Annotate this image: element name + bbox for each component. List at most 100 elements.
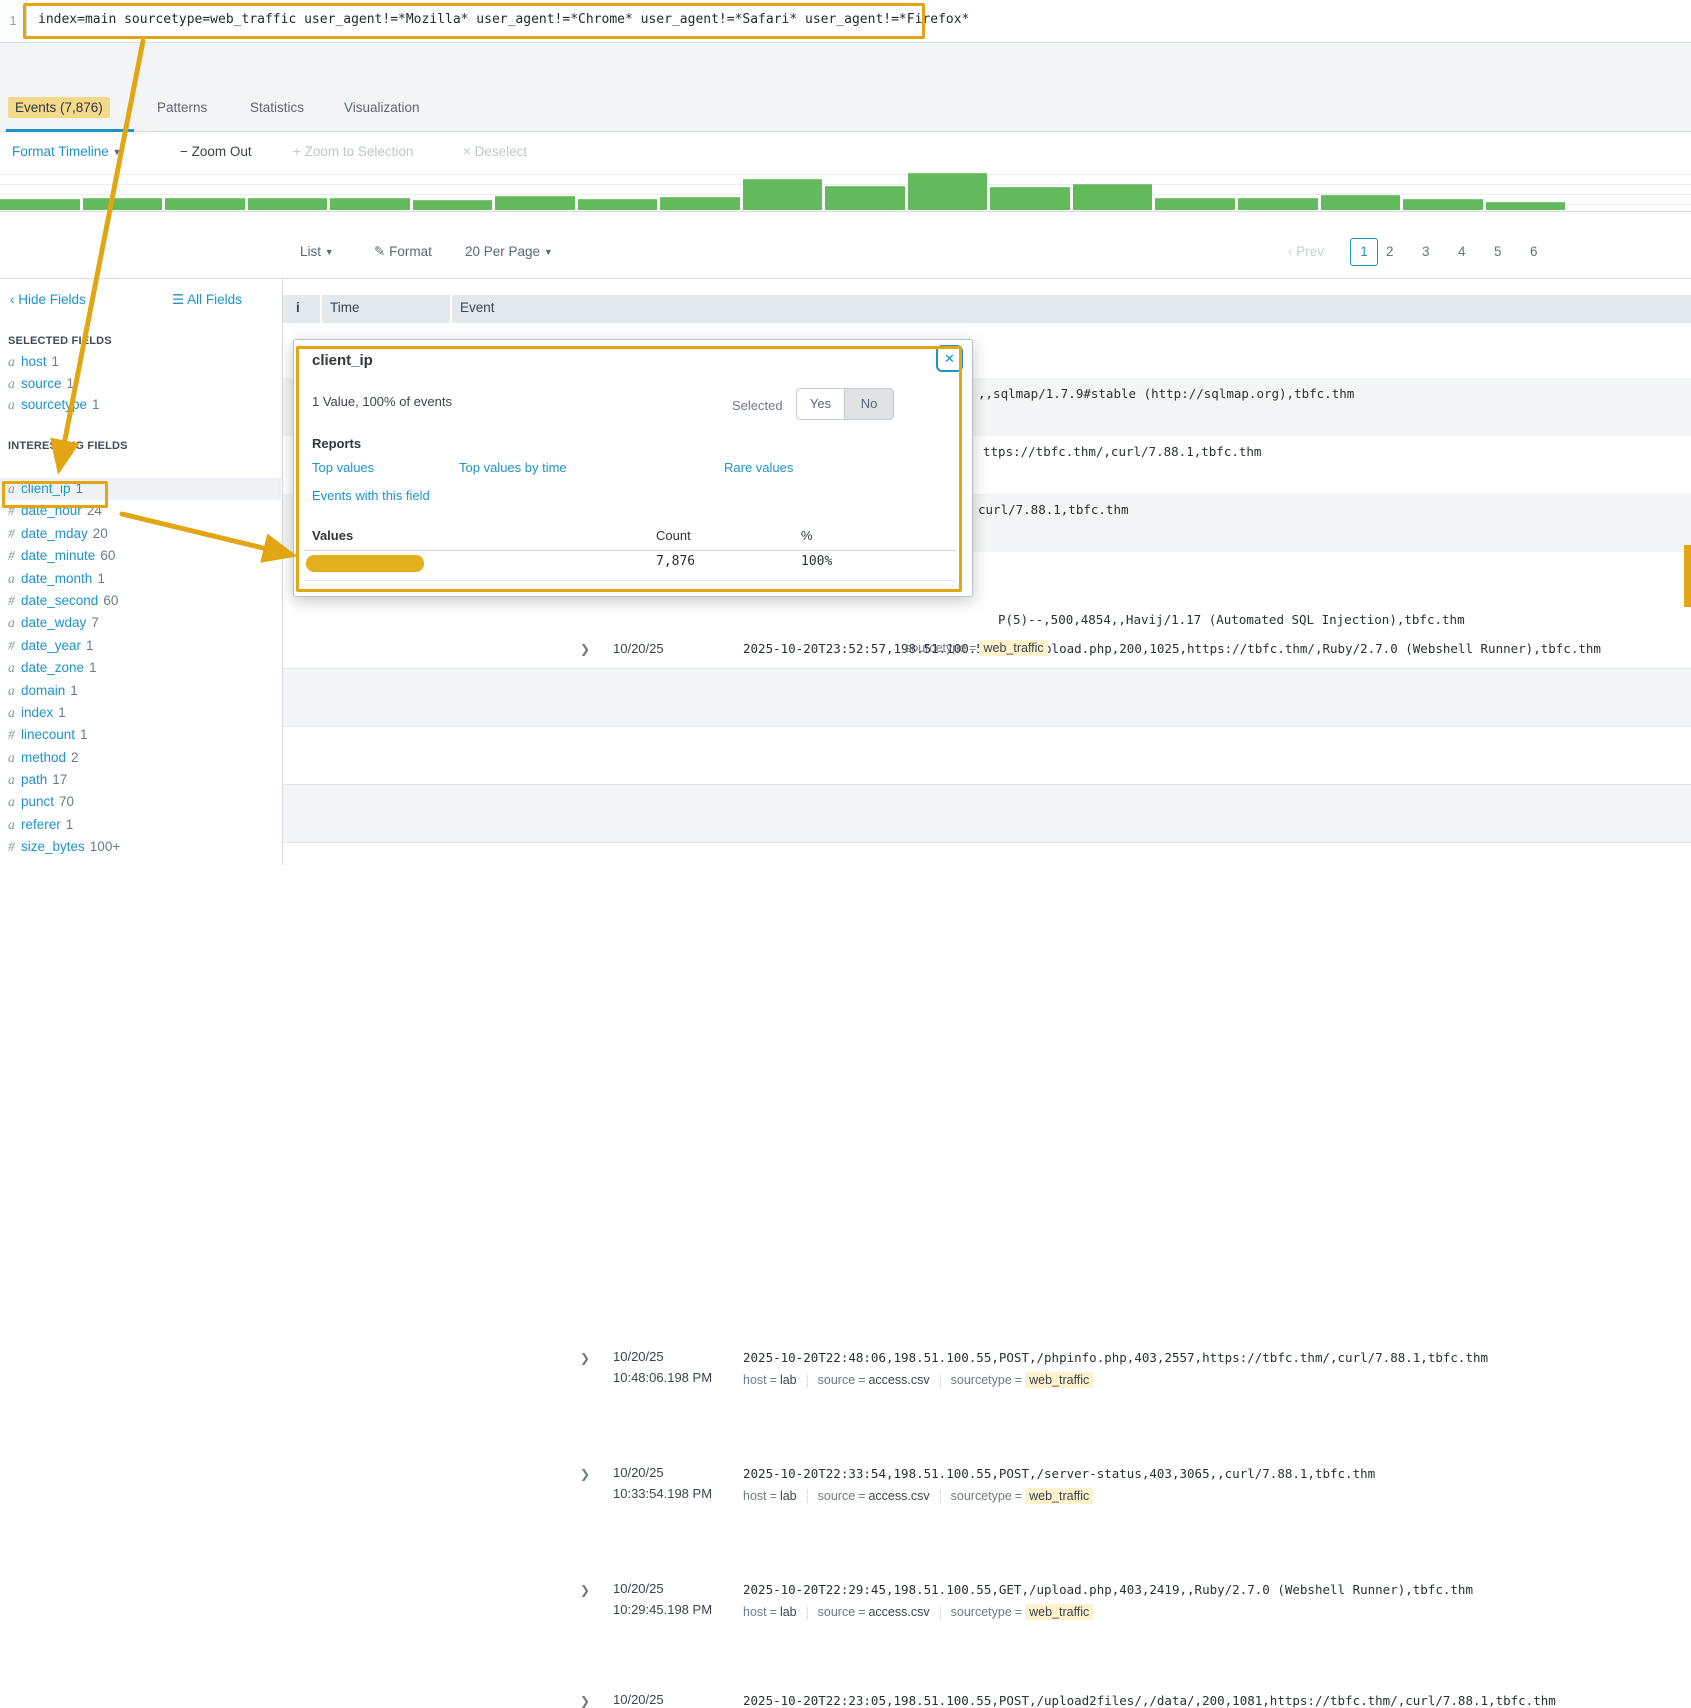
timeline-bar[interactable]	[660, 197, 740, 210]
field-name[interactable]: path	[21, 772, 47, 787]
field-name[interactable]: method	[21, 750, 66, 765]
sidebar-field-host[interactable]: ahost1	[0, 351, 281, 373]
expand-chevron-icon[interactable]: ❯	[580, 642, 590, 656]
field-name[interactable]: date_hour	[21, 503, 82, 518]
sidebar-field-date_zone[interactable]: adate_zone1	[0, 657, 281, 679]
sidebar-field-source[interactable]: asource1	[0, 373, 281, 395]
tab-events[interactable]: Events (7,876)	[8, 100, 110, 115]
expand-chevron-icon[interactable]: ❯	[580, 1351, 590, 1365]
per-page-menu[interactable]: 20 Per Page ▼	[465, 244, 553, 259]
sidebar-field-date_mday[interactable]: #date_mday20	[0, 523, 281, 545]
sidebar-field-date_hour[interactable]: #date_hour24	[0, 500, 281, 522]
field-name[interactable]: domain	[21, 683, 65, 698]
search-query-input[interactable]: index=main sourcetype=web_traffic user_a…	[38, 12, 969, 27]
field-name[interactable]: date_minute	[21, 548, 95, 563]
table-row[interactable]: ❯ 10/20/25 10:33:54.198 PM 2025-10-20T22…	[283, 726, 1691, 784]
field-name[interactable]: date_wday	[21, 615, 86, 630]
tab-statistics[interactable]: Statistics	[250, 100, 304, 115]
all-fields-link[interactable]: ☰ All Fields	[172, 292, 242, 308]
field-name[interactable]: date_mday	[21, 526, 88, 541]
field-name[interactable]: size_bytes	[21, 839, 85, 854]
sidebar-field-domain[interactable]: adomain1	[0, 680, 281, 702]
events-with-field-link[interactable]: Events with this field	[312, 488, 430, 503]
pagination-page-6[interactable]: 6	[1530, 244, 1538, 259]
field-name[interactable]: client_ip	[21, 481, 71, 496]
sidebar-field-date_second[interactable]: #date_second60	[0, 590, 281, 612]
tab-visualization[interactable]: Visualization	[344, 100, 420, 115]
format-menu[interactable]: ✎ Format	[374, 244, 432, 260]
expand-chevron-icon[interactable]: ❯	[580, 1583, 590, 1597]
pagination-prev[interactable]: ‹ Prev	[1288, 244, 1324, 259]
sidebar-field-linecount[interactable]: #linecount1	[0, 724, 281, 746]
timeline-bar[interactable]	[1073, 184, 1153, 210]
column-time[interactable]: Time	[330, 300, 360, 315]
timeline-bar[interactable]	[165, 198, 245, 210]
timeline-bar[interactable]	[743, 179, 823, 210]
field-name[interactable]: source	[21, 376, 62, 391]
sidebar-field-referer[interactable]: areferer1	[0, 814, 281, 836]
highlighted-value[interactable]: web_traffic	[1025, 1604, 1093, 1620]
table-row[interactable]: ❯ 10/20/25 10:48:06.198 PM 2025-10-20T22…	[283, 668, 1691, 726]
timeline-bar[interactable]	[248, 198, 328, 210]
sidebar-field-path[interactable]: apath17	[0, 769, 281, 791]
sidebar-field-size_bytes[interactable]: #size_bytes100+	[0, 836, 281, 858]
timeline-bar[interactable]	[990, 187, 1070, 210]
format-timeline-menu[interactable]: Format Timeline ▼	[12, 144, 121, 159]
pagination-page-2[interactable]: 2	[1386, 244, 1394, 259]
field-name[interactable]: linecount	[21, 727, 75, 742]
top-values-link[interactable]: Top values	[312, 460, 374, 475]
pagination-page-3[interactable]: 3	[1422, 244, 1430, 259]
field-name[interactable]: date_second	[21, 593, 98, 608]
field-name[interactable]: date_zone	[21, 660, 84, 675]
sidebar-field-date_minute[interactable]: #date_minute60	[0, 545, 281, 567]
sidebar-field-method[interactable]: amethod2	[0, 747, 281, 769]
sidebar-field-index[interactable]: aindex1	[0, 702, 281, 724]
highlighted-value[interactable]: web_traffic	[1025, 1488, 1093, 1504]
sidebar-field-date_year[interactable]: #date_year1	[0, 635, 281, 657]
top-values-by-time-link[interactable]: Top values by time	[459, 460, 567, 475]
field-name[interactable]: punct	[21, 794, 54, 809]
timeline-bar[interactable]	[413, 200, 493, 210]
pagination-page-5[interactable]: 5	[1494, 244, 1502, 259]
highlighted-value[interactable]: web_traffic	[979, 640, 1047, 656]
selected-no-button[interactable]: No	[845, 389, 893, 419]
expand-chevron-icon[interactable]: ❯	[580, 1467, 590, 1481]
timeline-bar[interactable]	[1403, 199, 1483, 210]
zoom-to-selection-button[interactable]: + Zoom to Selection	[293, 144, 413, 159]
timeline-bar[interactable]	[1155, 198, 1235, 210]
rare-values-link[interactable]: Rare values	[724, 460, 793, 475]
timeline-bar[interactable]	[0, 199, 80, 210]
field-name[interactable]: date_year	[21, 638, 81, 653]
expand-chevron-icon[interactable]: ❯	[580, 1694, 590, 1708]
tab-patterns[interactable]: Patterns	[157, 100, 207, 115]
zoom-out-button[interactable]: − Zoom Out	[180, 144, 252, 159]
table-row[interactable]: ❯ 10/20/25 10:29:45.198 PM 2025-10-20T22…	[283, 784, 1691, 842]
timeline-bar[interactable]	[330, 198, 410, 210]
sidebar-field-client_ip[interactable]: aclient_ip1	[0, 478, 281, 500]
search-bar[interactable]: 1 index=main sourcetype=web_traffic user…	[0, 0, 1691, 43]
list-view-menu[interactable]: List ▼	[300, 244, 334, 259]
pagination-page-1[interactable]: 1	[1350, 238, 1378, 266]
close-icon[interactable]: ✕	[936, 345, 963, 372]
highlighted-value[interactable]: web_traffic	[1025, 1372, 1093, 1388]
table-row[interactable]: ❯ 10/20/25 2025-10-20T22:23:05,198.51.10…	[283, 842, 1691, 865]
timeline-bar[interactable]	[1238, 198, 1318, 210]
timeline-bar[interactable]	[1321, 195, 1401, 210]
hide-fields-link[interactable]: ‹ Hide Fields	[10, 292, 86, 307]
field-name[interactable]: date_month	[21, 571, 92, 586]
deselect-button[interactable]: × Deselect	[463, 144, 527, 159]
timeline-bar[interactable]	[578, 199, 658, 210]
timeline-bar[interactable]	[495, 196, 575, 210]
timeline-bar[interactable]	[908, 173, 988, 210]
timeline-bar[interactable]	[83, 198, 163, 210]
field-name[interactable]: sourcetype	[21, 397, 87, 412]
pagination-page-4[interactable]: 4	[1458, 244, 1466, 259]
timeline-bar[interactable]	[1486, 202, 1566, 210]
sidebar-field-date_month[interactable]: adate_month1	[0, 568, 281, 590]
sidebar-field-date_wday[interactable]: adate_wday7	[0, 612, 281, 634]
field-name[interactable]: host	[21, 354, 47, 369]
selected-yes-button[interactable]: Yes	[797, 389, 845, 419]
sidebar-field-punct[interactable]: apunct70	[0, 791, 281, 813]
timeline-bar[interactable]	[825, 186, 905, 210]
field-name[interactable]: referer	[21, 817, 61, 832]
